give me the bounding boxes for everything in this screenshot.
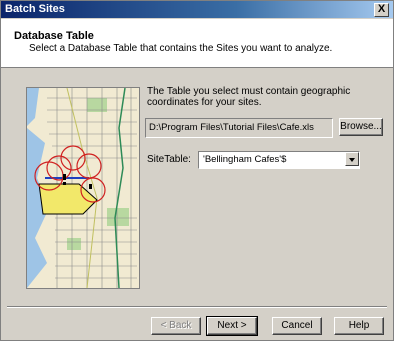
page-subtitle: Select a Database Table that contains th… (29, 43, 333, 54)
footer-divider (7, 306, 387, 308)
help-button[interactable]: Help (334, 317, 384, 335)
file-path-value: D:\Program Files\Tutorial Files\Cafe.xls (149, 122, 314, 133)
table-requirement-text: The Table you select must contain geogra… (147, 86, 351, 108)
site-table-dropdown-button[interactable] (345, 152, 359, 166)
next-button[interactable]: Next > (206, 316, 258, 336)
map-image (26, 87, 140, 289)
page-title: Database Table (14, 30, 94, 42)
wizard-header: Database Table Select a Database Table t… (1, 19, 393, 68)
cancel-button[interactable]: Cancel (272, 317, 322, 335)
chevron-down-icon (349, 158, 355, 162)
close-icon[interactable]: X (374, 3, 389, 17)
browse-button[interactable]: Browse... (339, 118, 383, 136)
title-bar[interactable]: Batch Sites X (1, 1, 393, 18)
window-title: Batch Sites (5, 3, 65, 15)
site-table-label: SiteTable: (147, 154, 191, 165)
batch-sites-dialog: Batch Sites X Database Table Select a Da… (0, 0, 394, 341)
site-table-value: 'Bellingham Cafes'$ (203, 154, 287, 165)
site-table-select[interactable]: 'Bellingham Cafes'$ (198, 151, 360, 169)
back-button[interactable]: < Back (151, 317, 201, 335)
file-path-field: D:\Program Files\Tutorial Files\Cafe.xls (145, 118, 333, 138)
map-illustration (27, 88, 139, 288)
